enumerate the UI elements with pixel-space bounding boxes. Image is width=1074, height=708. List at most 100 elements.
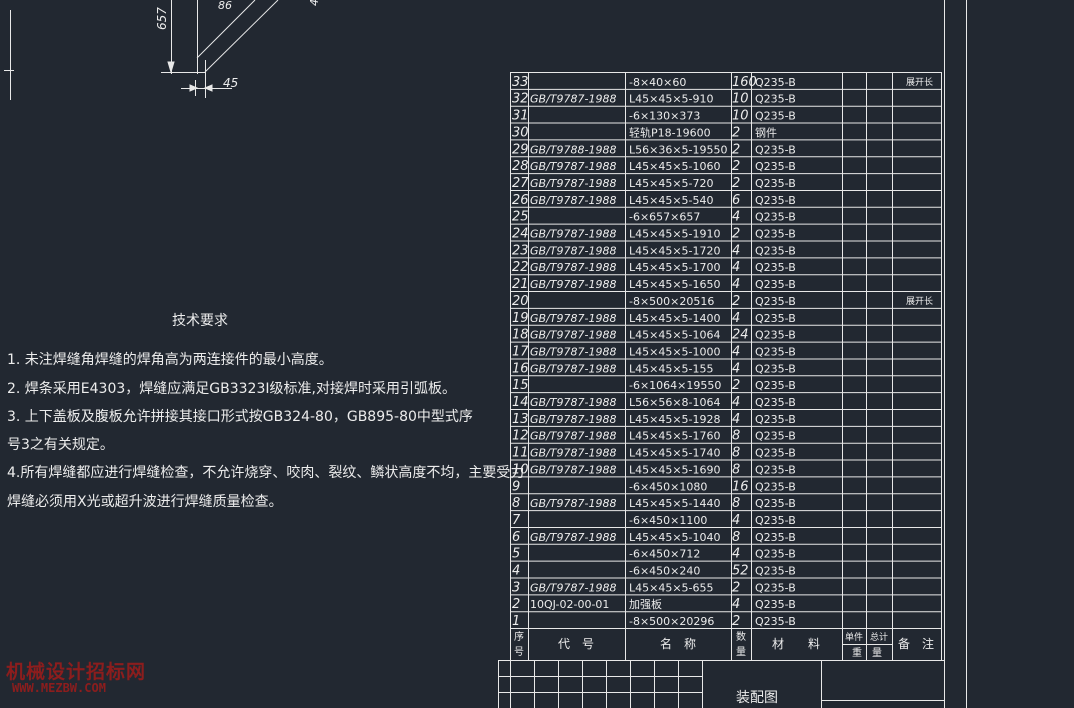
bom-material: Q235-B xyxy=(755,244,796,257)
bom-standard-code: GB/T9787-1988 xyxy=(530,463,616,476)
bom-material: Q235-B xyxy=(755,598,796,611)
bom-quantity: 4 xyxy=(732,513,740,528)
bom-header-total-weight: 总计 xyxy=(870,631,888,643)
bom-item-number: 31 xyxy=(512,109,529,124)
bom-header-qty: 数 xyxy=(736,630,746,643)
bom-material: Q235-B xyxy=(755,160,796,173)
bom-material: Q235-B xyxy=(755,228,796,241)
bom-note: 展开长 xyxy=(906,76,933,88)
bom-item-number: 11 xyxy=(512,446,529,461)
bom-item-number: 25 xyxy=(512,210,529,225)
bom-part-name: -6×450×1100 xyxy=(629,514,707,527)
bom-part-name: L45×45×5-1060 xyxy=(629,160,721,173)
bom-standard-code: GB/T9787-1988 xyxy=(530,430,616,443)
dim-partial-label: 4 xyxy=(308,0,321,6)
bom-standard-code: GB/T9787-1988 xyxy=(530,278,616,291)
bom-item-number: 32 xyxy=(512,92,529,107)
bom-material: Q235-B xyxy=(755,413,796,426)
bom-item-number: 3 xyxy=(512,580,520,595)
bom-item-number: 17 xyxy=(512,344,529,359)
bom-part-name: L45×45×5-155 xyxy=(629,362,714,375)
bom-item-number: 24 xyxy=(512,227,529,242)
bom-header-note: 备 注 xyxy=(898,636,934,651)
bom-part-name: L45×45×5-540 xyxy=(629,194,714,207)
bom-quantity: 10 xyxy=(732,92,749,107)
bom-quantity: 16 xyxy=(732,479,749,494)
bom-material: Q235-B xyxy=(755,430,796,443)
bom-material: Q235-B xyxy=(755,345,796,358)
bom-item-number: 20 xyxy=(512,294,529,309)
bom-quantity: 4 xyxy=(732,547,740,562)
bom-part-name: L45×45×5-1690 xyxy=(629,463,721,476)
bom-material: Q235-B xyxy=(755,295,796,308)
bom-item-number: 28 xyxy=(512,159,529,174)
bom-item-number: 30 xyxy=(512,125,529,140)
tech-requirement-line-4-cont: 焊缝必须用X光或超升波进行焊缝质量检查。 xyxy=(7,494,283,510)
tech-requirement-line-4: 4.所有焊缝都应进行焊缝检查，不允许烧穿、咬肉、裂纹、鳞状高度不均，主要受力 xyxy=(7,465,525,481)
bom-header-no: 序 xyxy=(514,630,524,643)
bom-part-name: -8×500×20296 xyxy=(629,615,714,628)
bom-part-name: L45×45×5-1650 xyxy=(629,278,721,291)
bom-standard-code: GB/T9787-1988 xyxy=(530,177,616,190)
bom-item-number: 2 xyxy=(512,597,520,612)
bom-standard-code: GB/T9787-1988 xyxy=(530,447,616,460)
bom-quantity: 6 xyxy=(732,193,740,208)
bom-item-number: 27 xyxy=(512,176,529,191)
bom-quantity: 2 xyxy=(732,227,740,242)
bill-of-materials-table: 33 -8×40×60 160Q235-B 展开长32 GB/T9787-1988 L45… xyxy=(498,72,944,708)
bom-item-number: 16 xyxy=(512,361,529,376)
bom-item-number: 22 xyxy=(512,260,529,275)
bom-quantity: 4 xyxy=(732,243,740,258)
bom-material: Q235-B xyxy=(755,514,796,527)
bom-part-name: 加强板 xyxy=(629,597,662,611)
bom-quantity: 4 xyxy=(732,277,740,292)
bom-quantity: 2 xyxy=(732,125,740,140)
bom-standard-code: GB/T9787-1988 xyxy=(530,228,616,241)
bom-part-name: L56×36×5-19550 xyxy=(629,143,728,156)
title-block-drawing-name: 装配图 xyxy=(736,690,778,706)
bom-material: Q235-B xyxy=(755,615,796,628)
bom-header-name: 名 称 xyxy=(660,636,696,651)
bom-part-name: L45×45×5-1440 xyxy=(629,497,721,510)
bom-item-number: 1 xyxy=(512,614,520,629)
bom-standard-code: GB/T9787-1988 xyxy=(530,312,616,325)
bom-part-name: L45×45×5-1040 xyxy=(629,531,721,544)
bom-part-name: L45×45×5-1910 xyxy=(629,228,721,241)
bom-item-number: 8 xyxy=(512,496,520,511)
bom-material: Q235-B xyxy=(755,93,796,106)
bom-standard-code: GB/T9787-1988 xyxy=(530,497,616,510)
bom-material: 钢件 xyxy=(755,126,777,139)
bom-quantity: 8 xyxy=(732,530,740,545)
bom-standard-code: GB/T9787-1988 xyxy=(530,194,616,207)
bom-material: Q235-B xyxy=(755,581,796,594)
bom-quantity: 2 xyxy=(732,142,740,157)
bom-note: 展开长 xyxy=(906,295,933,307)
bom-material: Q235-B xyxy=(755,143,796,156)
bom-part-name: L45×45×5-1064 xyxy=(629,329,721,342)
bom-material: Q235-B xyxy=(755,362,796,375)
bom-quantity: 4 xyxy=(732,210,740,225)
bom-material: Q235-B xyxy=(755,177,796,190)
bom-standard-code: GB/T9787-1988 xyxy=(530,160,616,173)
bom-item-number: 12 xyxy=(512,429,529,444)
bom-part-name: -6×450×240 xyxy=(629,565,700,578)
bom-header-code: 代 号 xyxy=(558,637,594,651)
bom-part-name: L45×45×5-720 xyxy=(629,177,714,190)
bom-quantity: 2 xyxy=(732,580,740,595)
bom-material: Q235-B xyxy=(755,312,796,325)
bom-quantity: 4 xyxy=(732,311,740,326)
bom-quantity: 4 xyxy=(732,260,740,275)
dim-45-label: 45 xyxy=(223,76,238,90)
watermark-url: WWW.MEZBW.COM xyxy=(12,681,106,695)
bom-quantity: 8 xyxy=(732,446,740,461)
bom-item-number: 26 xyxy=(512,193,529,208)
bom-header-unit-weight: 单件 xyxy=(845,631,863,643)
bom-standard-code: GB/T9787-1988 xyxy=(530,345,616,358)
bom-quantity: 8 xyxy=(732,462,740,477)
bom-item-number: 18 xyxy=(512,328,529,343)
bom-material: Q235-B xyxy=(755,379,796,392)
bom-part-name: L45×45×5-1720 xyxy=(629,244,721,257)
bom-header-weight: 重 量 xyxy=(852,646,882,659)
tech-requirements-title: 技术要求 xyxy=(172,313,228,329)
bom-part-name: L45×45×5-1700 xyxy=(629,261,721,274)
